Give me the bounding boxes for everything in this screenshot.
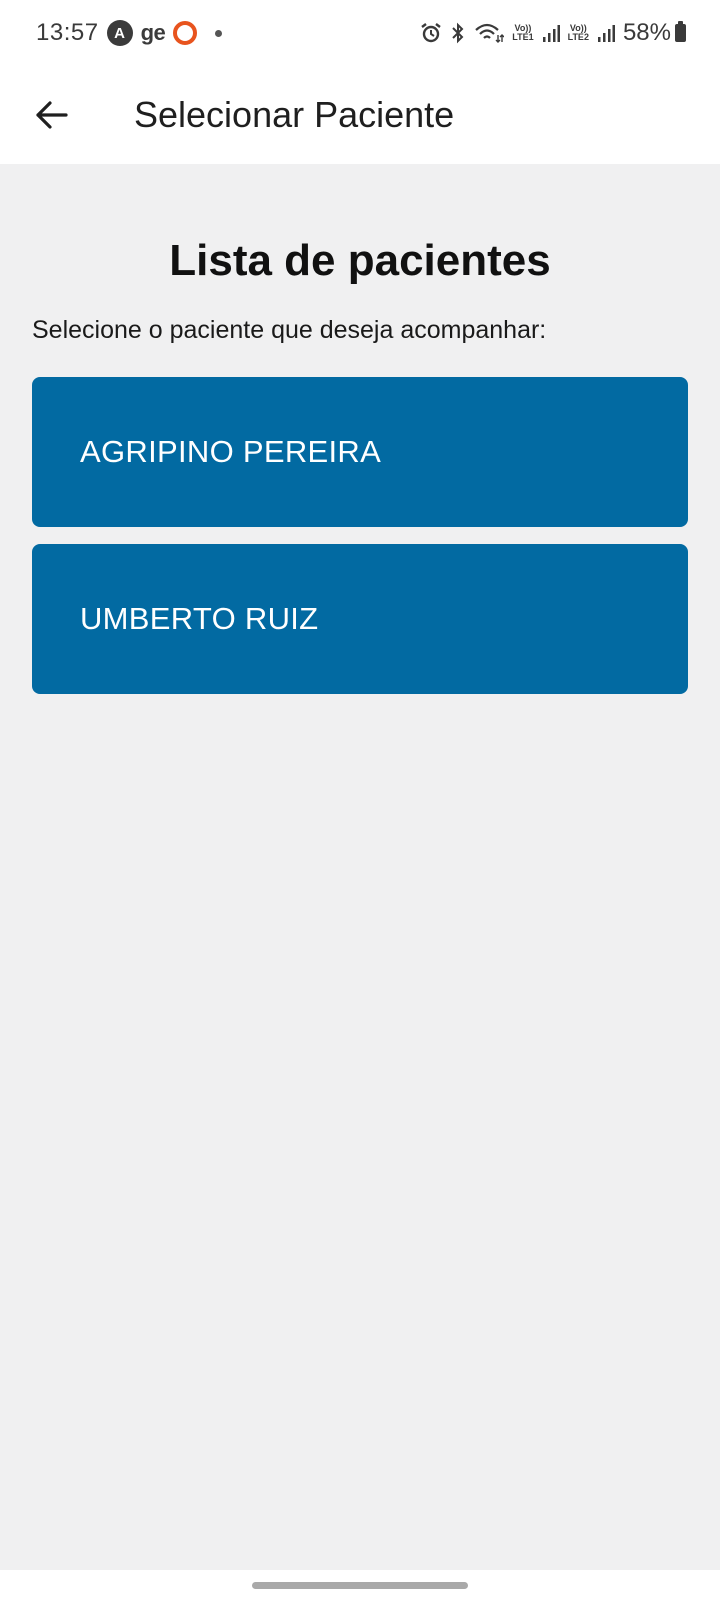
notification-dot-icon: [215, 29, 223, 37]
signal-icon: [542, 23, 560, 43]
page-title: Selecionar Paciente: [134, 94, 455, 135]
lte2-indicator: Vo)) LTE2: [568, 24, 589, 42]
navigation-bar: [0, 1570, 720, 1600]
wifi-icon: [474, 22, 505, 44]
alarm-icon: [420, 22, 442, 44]
battery-icon: [675, 21, 686, 42]
status-time: 13:57: [36, 19, 99, 46]
ring-app-icon: [173, 21, 198, 45]
list-heading: Lista de pacientes: [169, 236, 551, 285]
patient-card[interactable]: UMBERTO RUIZ: [32, 544, 688, 694]
patient-name: UMBERTO RUIZ: [80, 601, 319, 636]
patient-list: AGRIPINO PEREIRA UMBERTO RUIZ: [32, 377, 688, 694]
status-bar: 13:57 A ge Vo)) LTE1 Vo)) LTE2 58%: [0, 0, 720, 66]
main-content: Lista de pacientes Selecione o paciente …: [0, 164, 720, 694]
a-app-icon: A: [106, 20, 133, 46]
ge-app-icon: ge: [140, 20, 166, 45]
signal-icon: [597, 23, 615, 43]
home-gesture-handle[interactable]: [252, 1581, 468, 1589]
status-bar-right: Vo)) LTE1 Vo)) LTE2 58%: [420, 19, 686, 47]
patient-name: AGRIPINO PEREIRA: [80, 434, 382, 469]
lte1-indicator: Vo)) LTE1: [512, 24, 533, 42]
battery-percentage: 58%: [622, 19, 671, 46]
arrow-left-icon: [36, 101, 68, 129]
instruction-text: Selecione o paciente que deseja acompanh…: [32, 316, 547, 344]
status-bar-left: 13:57 A ge: [36, 19, 420, 47]
back-button[interactable]: [22, 85, 82, 145]
lte2-bottom: LTE2: [567, 32, 589, 42]
lte1-bottom: LTE1: [512, 32, 534, 42]
patient-card[interactable]: AGRIPINO PEREIRA: [32, 377, 688, 527]
app-bar: Selecionar Paciente: [0, 66, 720, 164]
bluetooth-icon: [450, 22, 466, 44]
